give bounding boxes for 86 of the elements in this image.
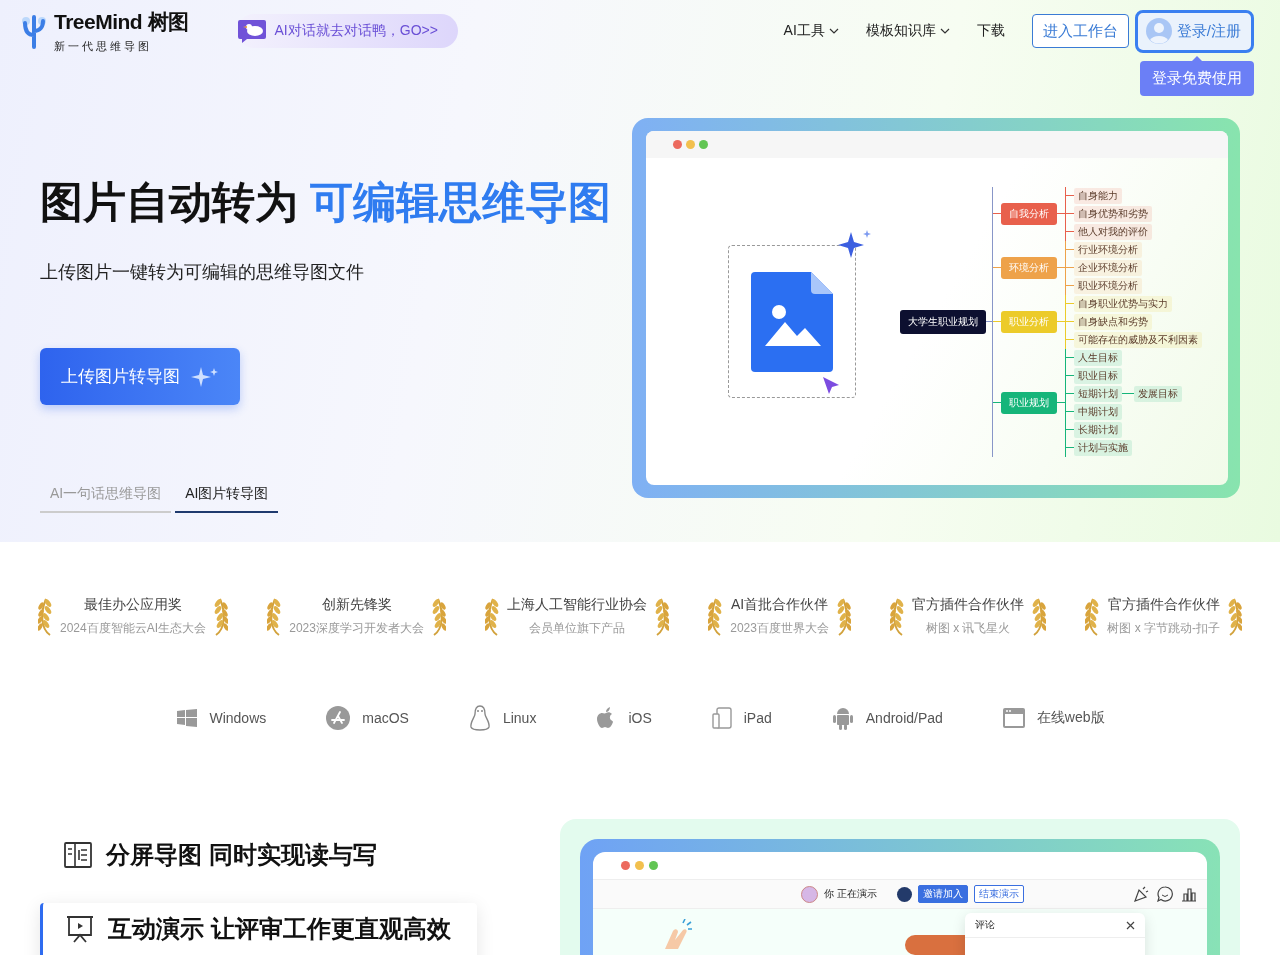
- platform-download-link[interactable]: iOS: [596, 705, 652, 731]
- award-title: 创新先锋奖: [321, 595, 392, 614]
- upload-image-button[interactable]: 上传图片转导图: [40, 348, 240, 405]
- window-dot: [649, 861, 658, 870]
- award-title: 最佳办公应用奖: [84, 595, 182, 614]
- mindmap-leaf-node: 可能存在的威胁及不利因素: [1074, 331, 1202, 348]
- mindmap-leaf-node: 自身能力: [1074, 187, 1122, 204]
- platform-download-link[interactable]: macOS: [326, 705, 409, 731]
- logo-tagline: 新 一 代 思 维 导 图: [54, 39, 151, 54]
- platform-download-link[interactable]: Android/Pad: [831, 705, 943, 731]
- logo-name: TreeMind 树图: [54, 9, 189, 35]
- mindmap-root-node: 大学生职业规划: [900, 309, 986, 334]
- mindmap-leaf-node: 短期计划: [1074, 385, 1122, 402]
- mindmap-leaf-node: 长期计划: [1074, 421, 1122, 438]
- mindmap-leaf-node: 企业环境分析: [1074, 259, 1142, 276]
- comment-panel-title: 评论: [975, 918, 995, 932]
- window-dot: [686, 140, 695, 149]
- mindmap-leaf-node: 职业环境分析: [1074, 277, 1142, 294]
- mindmap-branch-node: 自我分析: [1001, 202, 1057, 225]
- nav-menu-item[interactable]: AI工具: [783, 22, 839, 40]
- mindmap-leaf-node: 自身优势和劣势: [1074, 205, 1152, 222]
- mindmap-leaf-node: 计划与实施: [1074, 439, 1132, 456]
- end-presentation-button[interactable]: 结束演示: [973, 885, 1024, 903]
- bar-chart-icon[interactable]: [1181, 886, 1197, 902]
- logo-tree-icon: [20, 13, 48, 49]
- award-subtitle: 会员单位旗下产品: [529, 619, 626, 637]
- mode-tab[interactable]: AI图片转导图: [175, 485, 279, 513]
- close-icon[interactable]: [1126, 920, 1135, 930]
- android-icon: [831, 706, 854, 730]
- duck-chat-icon: [236, 18, 267, 44]
- tablet-icon: [711, 707, 732, 729]
- mindmap-leaf-node: 自身职业优势与实力: [1074, 295, 1172, 312]
- hero-subtitle: 上传图片一键转为可编辑的思维导图文件: [40, 261, 365, 284]
- mindmap-leaf-node: 发展目标: [1134, 385, 1182, 402]
- split-screen-icon: [64, 842, 92, 868]
- award-subtitle: 树图 x 讯飞星火: [925, 619, 1011, 637]
- avatar-icon: [801, 885, 818, 903]
- image-file-icon: [751, 271, 833, 372]
- window-dot: [699, 140, 708, 149]
- party-popper-icon[interactable]: [1133, 886, 1149, 902]
- feature-item[interactable]: 分屏导图 同时实现读与写: [40, 839, 477, 871]
- invite-button[interactable]: 邀请加入: [917, 885, 968, 903]
- mindmap-branch-node: 职业分析: [1001, 310, 1057, 333]
- feature-item[interactable]: 互动演示 让评审工作更直观高效: [40, 903, 477, 955]
- mindmap-leaf-node: 职业目标: [1074, 367, 1122, 384]
- workspace-button[interactable]: 进入工作台: [1031, 14, 1129, 48]
- award-subtitle: 2023百度世界大会: [730, 619, 829, 637]
- chevron-down-icon: [939, 28, 950, 34]
- award-title: 官方插件合作伙伴: [912, 595, 1025, 614]
- mindmap-leaf-node: 行业环境分析: [1074, 241, 1142, 258]
- avatar-icon: [896, 886, 912, 902]
- nav-menu-item[interactable]: 模板知识库: [865, 22, 950, 40]
- feature-title: 互动演示 让评审工作更直观高效: [108, 914, 451, 944]
- chevron-down-icon: [828, 28, 839, 34]
- hero-title: 图片自动转为 可编辑思维导图: [40, 177, 612, 228]
- award-title: 上海人工智能行业协会: [507, 595, 648, 614]
- award-title: AI首批合作伙伴: [731, 595, 829, 614]
- platform-download-link[interactable]: Linux: [468, 705, 537, 731]
- platform-download-link[interactable]: iPad: [711, 705, 772, 731]
- nav-menu-item[interactable]: 下载: [976, 22, 1005, 40]
- presenter-status: 你 正在演示: [824, 887, 877, 901]
- mindmap-leaf-node: 人生目标: [1074, 349, 1122, 366]
- browser-window-icon: [1002, 708, 1025, 728]
- platform-download-link[interactable]: 在线web版: [1002, 705, 1105, 731]
- windows-icon: [177, 709, 198, 727]
- mindmap-branch-node: 环境分析: [1001, 256, 1057, 279]
- presentation-icon: [66, 915, 94, 943]
- avatar-icon: [1145, 18, 1172, 44]
- app-store-icon: [326, 706, 351, 730]
- award-title: 官方插件合作伙伴: [1107, 595, 1220, 614]
- window-dot: [635, 861, 644, 870]
- promo-link[interactable]: AI对话就去对话鸭，GO>>: [236, 14, 458, 48]
- login-button[interactable]: 登录/注册: [1134, 9, 1254, 53]
- feature-title: 分屏导图 同时实现读与写: [106, 840, 377, 870]
- mindmap-branch-node: 职业规划: [1001, 391, 1057, 414]
- comment-icon[interactable]: [1157, 886, 1173, 902]
- platform-download-link[interactable]: Windows: [177, 705, 267, 731]
- mindmap-leaf-node: 自身缺点和劣势: [1074, 313, 1152, 330]
- mindmap-leaf-node: 中期计划: [1074, 403, 1122, 420]
- window-dot: [673, 140, 682, 149]
- award-subtitle: 2024百度智能云AI生态大会: [60, 619, 207, 637]
- award-subtitle: 树图 x 字节跳动-扣子: [1107, 619, 1220, 637]
- mindmap-leaf-node: 他人对我的评价: [1074, 223, 1152, 240]
- award-subtitle: 2023深度学习开发者大会: [289, 619, 424, 637]
- window-dot: [621, 861, 630, 870]
- login-tooltip: 登录免费使用: [1140, 61, 1254, 96]
